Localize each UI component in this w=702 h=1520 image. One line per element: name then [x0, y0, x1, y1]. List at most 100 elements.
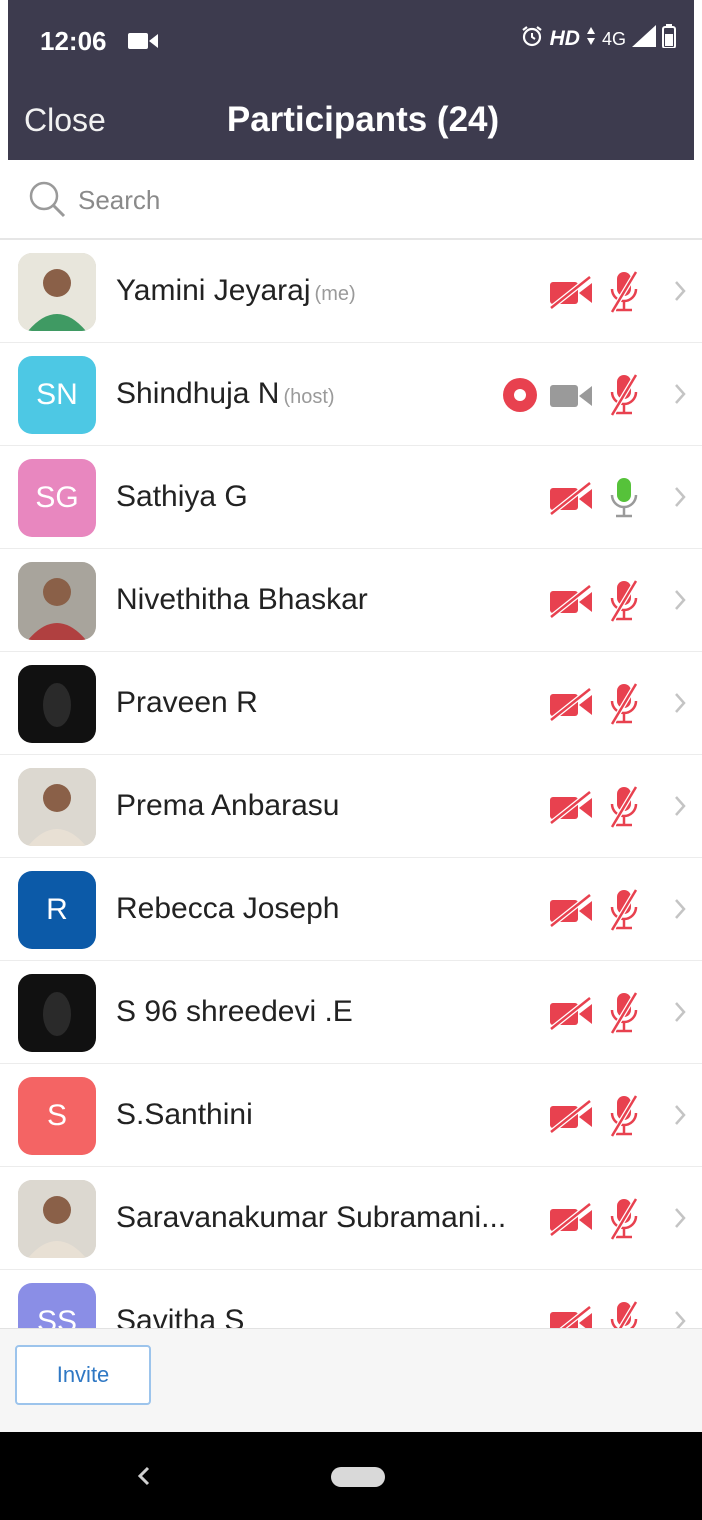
search-input[interactable] — [78, 180, 638, 220]
mic-muted-icon — [606, 579, 642, 628]
participant-row[interactable]: R Rebecca Joseph — [0, 858, 702, 961]
participant-status-icons — [548, 1300, 642, 1328]
page-title: Participants (24) — [226, 100, 500, 139]
participant-name-text: Sathiya G — [116, 480, 248, 513]
participant-status-icons — [548, 785, 642, 834]
avatar — [18, 768, 96, 846]
participant-name: Savitha S — [116, 1304, 244, 1328]
participant-row[interactable]: Yamini Jeyaraj (me) — [0, 240, 702, 343]
avatar — [18, 974, 96, 1052]
video-off-icon — [548, 892, 596, 933]
mic-muted-icon — [606, 785, 642, 834]
screen-record-camera-icon — [128, 31, 158, 56]
chevron-right-icon — [672, 276, 688, 311]
chevron-right-icon — [672, 894, 688, 929]
video-off-icon — [548, 1098, 596, 1139]
participant-status-icons — [548, 579, 642, 628]
chevron-right-icon — [672, 1203, 688, 1238]
avatar — [18, 1180, 96, 1258]
participant-name: Prema Anbarasu — [116, 789, 339, 823]
signal-icon — [632, 25, 656, 53]
participant-row[interactable]: SS Savitha S — [0, 1270, 702, 1328]
participant-name: Shindhuja N (host) — [116, 377, 335, 411]
chevron-right-icon — [672, 379, 688, 414]
participant-row[interactable]: Praveen R — [0, 652, 702, 755]
participant-row[interactable]: Saravanakumar Subramani... — [0, 1167, 702, 1270]
mic-muted-icon — [606, 1197, 642, 1246]
video-off-icon — [548, 1304, 596, 1328]
participant-role-tag: (me) — [314, 283, 356, 305]
participant-row[interactable]: SG Sathiya G — [0, 446, 702, 549]
participant-name: S.Santhini — [116, 1098, 253, 1132]
participant-status-icons — [548, 270, 642, 319]
participant-status-icons — [548, 1094, 642, 1143]
participant-row[interactable]: S 96 shreedevi .E — [0, 961, 702, 1064]
participant-role-tag: (host) — [283, 386, 335, 408]
video-off-icon — [548, 274, 596, 315]
alarm-icon — [520, 24, 544, 54]
chevron-right-icon — [672, 1306, 688, 1328]
back-icon[interactable] — [134, 1458, 154, 1499]
bottom-toolbar: Invite — [0, 1328, 702, 1432]
participant-row[interactable]: Nivethitha Bhaskar — [0, 549, 702, 652]
home-button[interactable] — [331, 1467, 385, 1487]
mic-muted-icon — [606, 373, 642, 422]
video-off-icon — [548, 480, 596, 521]
avatar: SN — [18, 356, 96, 434]
chevron-right-icon — [672, 482, 688, 517]
search-bar — [0, 160, 702, 240]
participant-name: Yamini Jeyaraj (me) — [116, 274, 356, 308]
participant-name-text: S.Santhini — [116, 1098, 253, 1131]
chevron-right-icon — [672, 688, 688, 723]
participant-row[interactable]: SN Shindhuja N (host) — [0, 343, 702, 446]
mic-muted-icon — [606, 682, 642, 731]
avatar: R — [18, 871, 96, 949]
video-off-icon — [548, 686, 596, 727]
participant-name-text: Shindhuja N — [116, 377, 280, 410]
participant-list[interactable]: Yamini Jeyaraj (me) SN Shindhuja N (host) SG S… — [0, 240, 702, 1328]
participant-row[interactable]: S S.Santhini — [0, 1064, 702, 1167]
chevron-right-icon — [672, 585, 688, 620]
avatar — [18, 253, 96, 331]
video-off-icon — [548, 1201, 596, 1242]
mic-muted-icon — [606, 1300, 642, 1328]
hd-voice-indicator: HD — [549, 27, 580, 50]
participant-status-icons — [548, 682, 642, 731]
invite-button[interactable]: Invite — [15, 1345, 151, 1405]
avatar: S — [18, 1077, 96, 1155]
avatar — [18, 665, 96, 743]
participant-row[interactable]: Prema Anbarasu — [0, 755, 702, 858]
video-off-icon — [548, 789, 596, 830]
participant-status-icons — [548, 1197, 642, 1246]
avatar — [18, 562, 96, 640]
participant-name: Praveen R — [116, 686, 258, 720]
search-icon — [26, 178, 70, 227]
video-camera-icon — [548, 377, 596, 418]
header-bar: Close Participants (24) — [8, 82, 694, 160]
participant-status-icons — [548, 991, 642, 1040]
mic-muted-icon — [606, 991, 642, 1040]
participant-name-text: Saravanakumar Subramani... — [116, 1201, 507, 1234]
system-nav-bar — [0, 1432, 702, 1520]
participant-name-text: S 96 shreedevi .E — [116, 995, 353, 1028]
data-arrows-icon — [586, 26, 596, 52]
status-time: 12:06 — [40, 26, 107, 56]
video-off-icon — [548, 583, 596, 624]
chevron-right-icon — [672, 997, 688, 1032]
mic-muted-icon — [606, 1094, 642, 1143]
participant-status-icons — [548, 476, 642, 525]
participant-name-text: Prema Anbarasu — [116, 789, 340, 822]
participant-name-text: Praveen R — [116, 686, 258, 719]
participant-name-text: Yamini Jeyaraj — [116, 274, 311, 307]
participant-status-icons — [548, 888, 642, 937]
video-off-icon — [548, 995, 596, 1036]
status-icons: HD 4G — [520, 24, 676, 54]
participant-name: Rebecca Joseph — [116, 892, 339, 926]
participant-name-text: Savitha S — [116, 1304, 245, 1328]
participant-name-text: Nivethitha Bhaskar — [116, 583, 368, 616]
status-bar: 12:06 HD 4G — [8, 0, 694, 82]
battery-icon — [662, 24, 676, 54]
mic-muted-icon — [606, 270, 642, 319]
record-icon — [502, 377, 538, 418]
participant-name: S 96 shreedevi .E — [116, 995, 353, 1029]
